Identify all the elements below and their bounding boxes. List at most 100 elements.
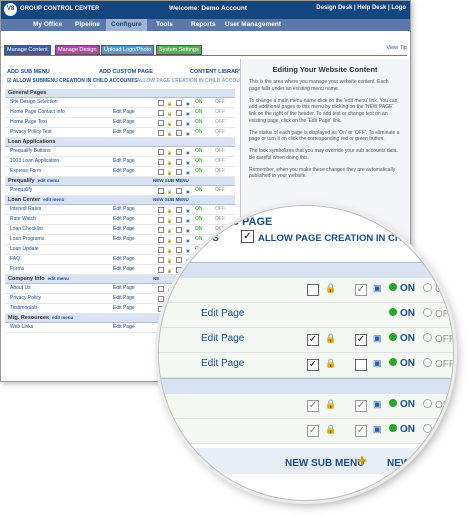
- row-checkbox[interactable]: [176, 149, 182, 155]
- view-tip-link[interactable]: View Tip: [386, 45, 407, 51]
- save-icon[interactable]: ▣: [186, 158, 190, 167]
- page-name-link[interactable]: Testimonials: [10, 305, 38, 311]
- mag-edit-page-link[interactable]: Edit Page: [201, 308, 244, 319]
- mag-checkbox[interactable]: ✓: [355, 425, 367, 437]
- mag-off-toggle[interactable]: OFF: [423, 424, 453, 436]
- row-checkbox[interactable]: [158, 120, 164, 126]
- lock-icon[interactable]: 🔒: [325, 333, 336, 344]
- tab-manage-content[interactable]: Manage Content: [4, 45, 51, 55]
- page-name-link[interactable]: About Us: [10, 285, 31, 291]
- on-toggle[interactable]: ON: [195, 147, 203, 156]
- save-icon[interactable]: ▣: [373, 333, 382, 344]
- lock-icon[interactable]: 🔒: [325, 399, 336, 410]
- page-name-link[interactable]: Forms: [10, 266, 24, 272]
- mag-checkbox[interactable]: [307, 284, 319, 296]
- row-checkbox[interactable]: [176, 169, 182, 175]
- on-toggle[interactable]: ON: [195, 128, 203, 137]
- off-toggle[interactable]: OFF: [215, 167, 225, 176]
- page-name-link[interactable]: Site Design Selection: [10, 99, 58, 105]
- allow-submenu-checkbox-label[interactable]: ☑ ALLOW SUBMENU CREATION IN CHILD ACCOUN…: [7, 78, 137, 84]
- row-checkbox[interactable]: [158, 100, 164, 106]
- mag-checkbox[interactable]: ✓: [307, 334, 319, 346]
- mag-allow-page-checkbox[interactable]: ✓: [241, 230, 254, 243]
- mag-off-toggle[interactable]: OFF: [423, 399, 453, 411]
- mag-custom-page-fragment[interactable]: C PAGE: [231, 216, 272, 228]
- page-name-link[interactable]: 1003 Loan Application: [10, 158, 59, 164]
- save-icon[interactable]: ▣: [186, 148, 190, 157]
- mag-checkbox[interactable]: ✓: [307, 400, 319, 412]
- on-toggle[interactable]: ON: [195, 157, 203, 166]
- mag-on-toggle[interactable]: ON: [389, 283, 415, 294]
- lock-icon[interactable]: 🔒: [325, 358, 336, 369]
- mag-on-toggle[interactable]: ON: [389, 399, 415, 410]
- mag-on-toggle[interactable]: ON: [389, 333, 415, 344]
- edit-menu-link[interactable]: edit menu: [52, 315, 73, 320]
- mag-library-fragment[interactable]: C: [421, 216, 429, 228]
- off-toggle[interactable]: OFF: [215, 157, 225, 166]
- new-sub-menu-link[interactable]: NEW SUB MENU: [153, 196, 189, 204]
- off-toggle[interactable]: OFF: [215, 186, 225, 195]
- nav-configure[interactable]: Configure: [106, 19, 147, 31]
- edit-page-link[interactable]: Edit Page: [113, 167, 135, 176]
- mag-off-toggle[interactable]: OFF: [423, 308, 453, 320]
- page-name-link[interactable]: Express Form: [10, 168, 41, 174]
- save-icon[interactable]: ▣: [186, 119, 190, 128]
- edit-page-link[interactable]: Edit Page: [113, 157, 135, 166]
- off-toggle[interactable]: OFF: [215, 128, 225, 137]
- save-icon[interactable]: ▣: [373, 283, 382, 294]
- allow-page-checkbox-label[interactable]: ☑ ALLOW PAGE CREATION IN CHILD ACCOUNTS: [131, 78, 250, 84]
- edit-menu-link[interactable]: edit menu: [48, 276, 69, 281]
- tab-system-settings[interactable]: System Settings: [156, 45, 202, 55]
- edit-page-link[interactable]: Edit Page: [113, 304, 135, 313]
- content-library-link[interactable]: CONTENT LIBRARY: [190, 69, 242, 75]
- edit-page-link[interactable]: Edit Page: [113, 255, 135, 264]
- off-toggle[interactable]: OFF: [215, 98, 225, 107]
- mag-new-sub-menu-link[interactable]: NEW SUB MENU: [285, 458, 364, 469]
- mag-checkbox[interactable]: ✓: [307, 359, 319, 371]
- page-name-link[interactable]: Loan Update: [10, 246, 39, 252]
- new-sub-menu-link[interactable]: NEW SUB MENU: [153, 177, 189, 185]
- mag-checkbox[interactable]: [355, 359, 367, 371]
- edit-page-link[interactable]: Edit Page: [113, 235, 135, 244]
- mag-off-toggle[interactable]: OFF: [423, 283, 453, 295]
- page-name-link[interactable]: Privacy Policy: [10, 295, 41, 301]
- mag-on-toggle[interactable]: ON: [389, 358, 415, 369]
- page-name-link[interactable]: Home Page Contact Info: [10, 109, 65, 115]
- row-checkbox[interactable]: [176, 159, 182, 165]
- nav-my-office[interactable]: My Office: [33, 21, 62, 28]
- page-name-link[interactable]: Prequalify Buttons: [10, 148, 51, 154]
- save-icon[interactable]: ▣: [186, 109, 190, 118]
- lock-icon[interactable]: 🔒: [167, 119, 172, 128]
- off-toggle[interactable]: OFF: [215, 108, 225, 117]
- mag-checkbox[interactable]: ✓: [355, 334, 367, 346]
- page-name-link[interactable]: Rate Watch: [10, 216, 36, 222]
- row-checkbox[interactable]: [158, 149, 164, 155]
- on-toggle[interactable]: ON: [195, 108, 203, 117]
- edit-page-link[interactable]: Edit Page: [113, 128, 135, 137]
- edit-page-link[interactable]: Edit Page: [113, 265, 135, 274]
- nav-pipeline[interactable]: Pipeline: [75, 21, 100, 28]
- add-custom-page-link[interactable]: ADD CUSTOM PAGE: [99, 69, 153, 75]
- mag-checkbox[interactable]: ✓: [355, 400, 367, 412]
- mag-on-toggle[interactable]: ON: [389, 308, 415, 319]
- add-sub-menu-icon[interactable]: ✚: [357, 454, 367, 468]
- tab-upload-logo[interactable]: Upload Logo/Photo: [101, 45, 155, 55]
- save-icon[interactable]: ▣: [186, 168, 190, 177]
- tab-manage-design[interactable]: Manage Design: [55, 45, 100, 55]
- save-icon[interactable]: ▣: [186, 99, 190, 108]
- top-links[interactable]: Design Desk | Help Desk | Logo: [316, 5, 406, 11]
- nav-reports[interactable]: Reports: [191, 21, 216, 28]
- on-toggle[interactable]: ON: [195, 98, 203, 107]
- edit-page-link[interactable]: Edit Page: [113, 294, 135, 303]
- edit-page-link[interactable]: Edit Page: [113, 205, 135, 214]
- on-toggle[interactable]: ON: [195, 186, 203, 195]
- row-checkbox[interactable]: [176, 100, 182, 106]
- on-toggle[interactable]: ON: [195, 167, 203, 176]
- mag-off-toggle[interactable]: OFF: [423, 358, 453, 370]
- save-icon[interactable]: ▣: [186, 129, 190, 138]
- lock-icon[interactable]: 🔒: [167, 99, 172, 108]
- lock-icon[interactable]: 🔒: [167, 158, 172, 167]
- row-checkbox[interactable]: [176, 130, 182, 136]
- mag-edit-page-link[interactable]: Edit Page: [201, 358, 244, 369]
- save-icon[interactable]: ▣: [373, 424, 382, 435]
